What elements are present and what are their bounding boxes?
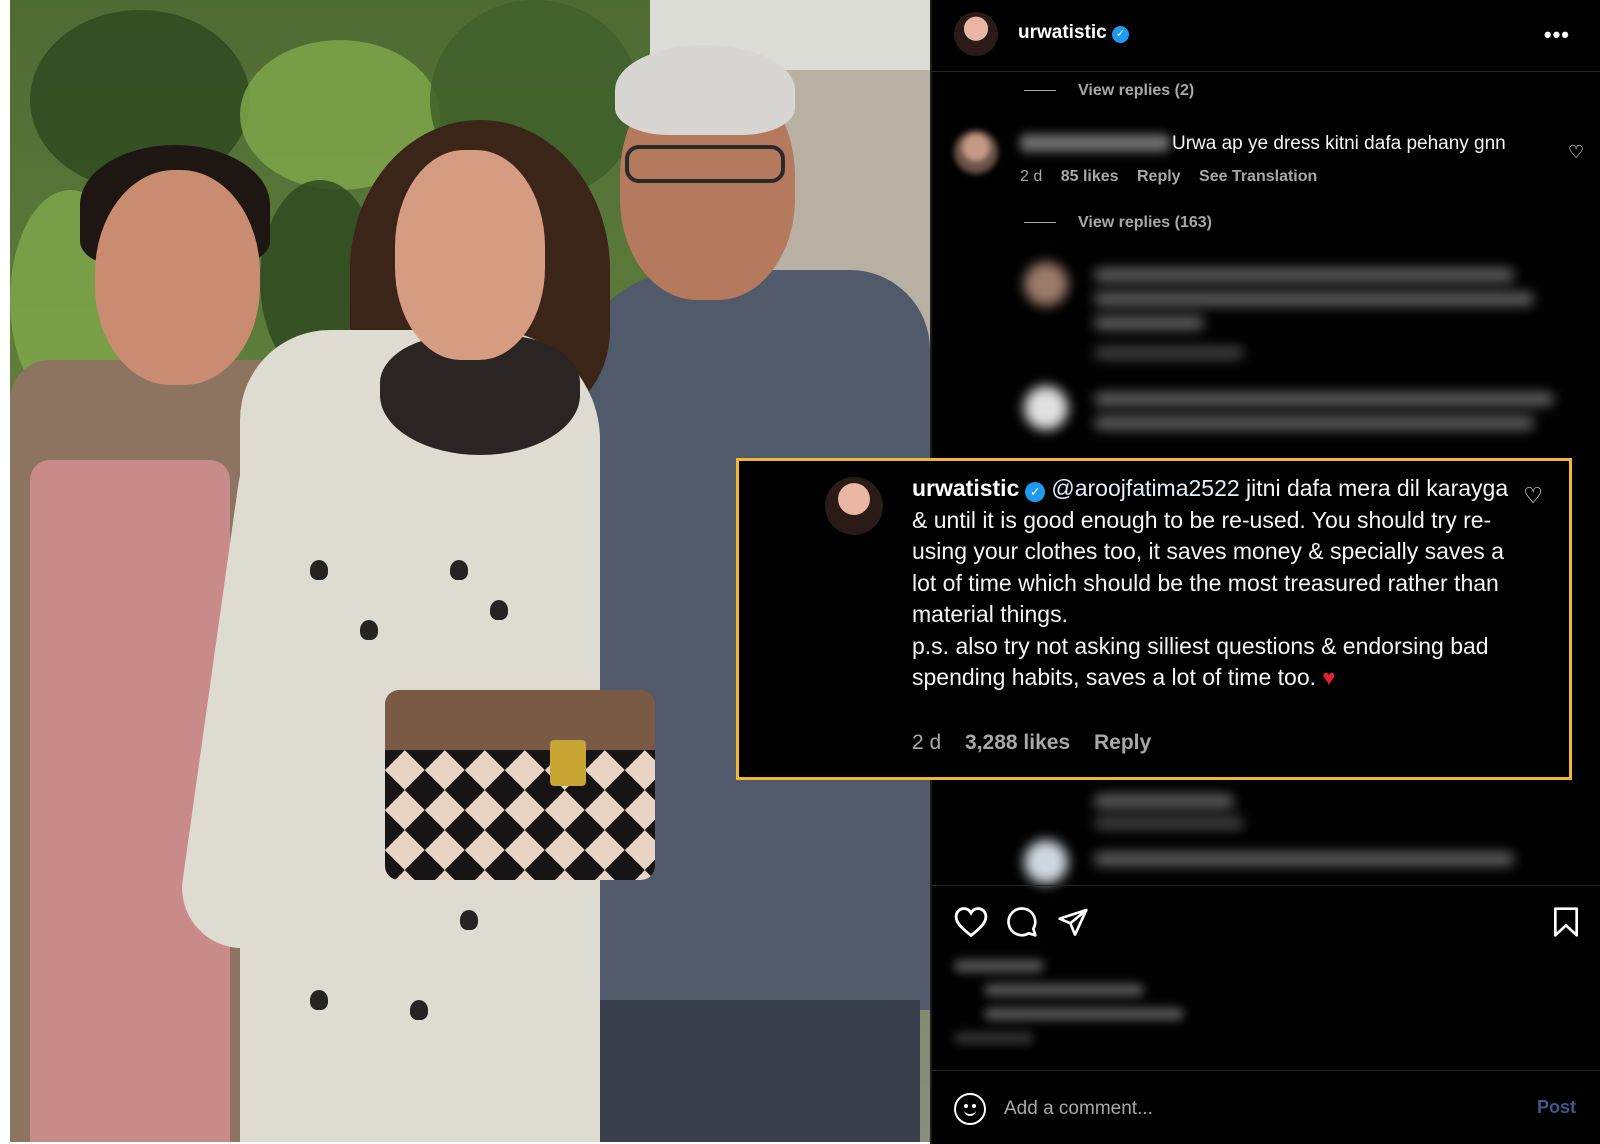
blurred-line xyxy=(1094,316,1204,330)
blurred-line xyxy=(1094,268,1514,282)
right-person-glasses xyxy=(625,145,785,183)
view-replies-label: View replies (163) xyxy=(1078,214,1212,231)
blurred-avatar xyxy=(1024,262,1068,306)
post-author-username[interactable]: urwatistic xyxy=(1018,22,1107,43)
send-icon[interactable] xyxy=(1057,906,1089,938)
replies-divider-line xyxy=(1024,90,1056,92)
comment-time: 2 d xyxy=(1020,168,1043,185)
comment-likes[interactable]: 85 likes xyxy=(1061,168,1119,185)
post-actions-bar xyxy=(932,885,1600,941)
blurred-reply xyxy=(1024,790,1584,830)
blurred-reply xyxy=(1024,840,1584,884)
reply-like-heart-icon[interactable]: ♡ xyxy=(1523,483,1543,509)
avatar[interactable] xyxy=(954,12,998,56)
comment-like-heart-icon[interactable]: ♡ xyxy=(1568,142,1584,163)
add-comment-bar: Post xyxy=(932,1070,1600,1144)
handbag xyxy=(385,690,655,880)
reply-time: 2 d xyxy=(912,731,942,754)
dress-motif xyxy=(310,560,328,580)
blurred-line xyxy=(954,960,1044,972)
verified-badge-icon: ✓ xyxy=(1025,482,1046,502)
dress-motif xyxy=(360,620,378,640)
right-person-hair xyxy=(615,45,795,135)
post-header: urwatistic ✓ ••• xyxy=(932,0,1600,72)
blurred-avatar xyxy=(1024,840,1068,884)
center-person-face xyxy=(395,150,545,360)
blurred-line xyxy=(1094,392,1554,406)
reply-button[interactable]: Reply xyxy=(1094,731,1151,754)
post-author[interactable]: urwatistic ✓ xyxy=(1018,22,1129,44)
emoji-mouth xyxy=(964,1109,976,1116)
replies-divider-line xyxy=(1024,222,1056,224)
dress-motif xyxy=(450,560,468,580)
bookmark-icon[interactable] xyxy=(1552,906,1580,938)
verified-badge-icon: ✓ xyxy=(1111,26,1129,43)
blurred-line xyxy=(1094,416,1534,430)
blurred-line xyxy=(1094,816,1244,830)
reply-body: urwatistic ✓ @aroojfatima2522 jitni dafa m… xyxy=(912,473,1512,694)
view-replies-link[interactable]: View replies (163) xyxy=(1024,214,1212,232)
comment-meta: 2 d 85 likes Reply See Translation xyxy=(1020,168,1331,186)
post-comment-button[interactable]: Post xyxy=(1537,1097,1576,1118)
blurred-line xyxy=(1094,794,1234,808)
handbag-argyle-pattern xyxy=(385,750,655,880)
dress-motif xyxy=(460,910,478,930)
reply-ps-text: p.s. also try not asking silliest questi… xyxy=(912,632,1489,691)
comment-reply-button[interactable]: Reply xyxy=(1137,168,1181,185)
reply-likes[interactable]: 3,288 likes xyxy=(965,731,1070,754)
view-replies-label: View replies (2) xyxy=(1078,82,1195,99)
highlighted-reply: urwatistic ✓ @aroojfatima2522 jitni dafa m… xyxy=(736,458,1572,780)
commenter-avatar[interactable] xyxy=(954,130,998,174)
handbag-clasp xyxy=(550,740,586,786)
left-person-face xyxy=(95,170,260,385)
blurred-line xyxy=(1094,292,1534,306)
reply-meta: 2 d 3,288 likes Reply xyxy=(912,731,1169,755)
comment-icon[interactable] xyxy=(1006,906,1038,938)
avatar[interactable] xyxy=(825,477,883,535)
emoji-icon[interactable] xyxy=(954,1093,986,1125)
see-translation-button[interactable]: See Translation xyxy=(1199,168,1317,185)
blurred-reply xyxy=(1024,386,1584,456)
heart-icon[interactable] xyxy=(954,906,988,938)
right-person-trousers xyxy=(580,1000,920,1142)
dress-motif xyxy=(490,600,508,620)
blurred-line xyxy=(984,1008,1184,1020)
more-options-icon[interactable]: ••• xyxy=(1544,22,1570,48)
blurred-likes-info xyxy=(954,960,1184,1056)
dress-motif xyxy=(410,1000,428,1020)
red-heart-icon: ♥ xyxy=(1322,665,1336,690)
blurred-line xyxy=(1094,852,1514,866)
blurred-line xyxy=(984,984,1144,996)
blurred-reply xyxy=(1024,262,1584,362)
blurred-avatar xyxy=(1024,386,1068,430)
view-replies-link[interactable]: View replies (2) xyxy=(1024,82,1194,100)
blurred-line xyxy=(1094,346,1244,360)
dress-motif xyxy=(310,990,328,1010)
blurred-username xyxy=(1020,134,1170,152)
blurred-line xyxy=(954,1032,1034,1044)
comment-text: Urwa ap ye dress kitni dafa pehany gnn xyxy=(1172,133,1506,154)
comment-input[interactable] xyxy=(1004,1093,1464,1125)
reply-mention[interactable]: @aroojfatima2522 xyxy=(1051,475,1239,501)
reply-username[interactable]: urwatistic xyxy=(912,475,1019,501)
